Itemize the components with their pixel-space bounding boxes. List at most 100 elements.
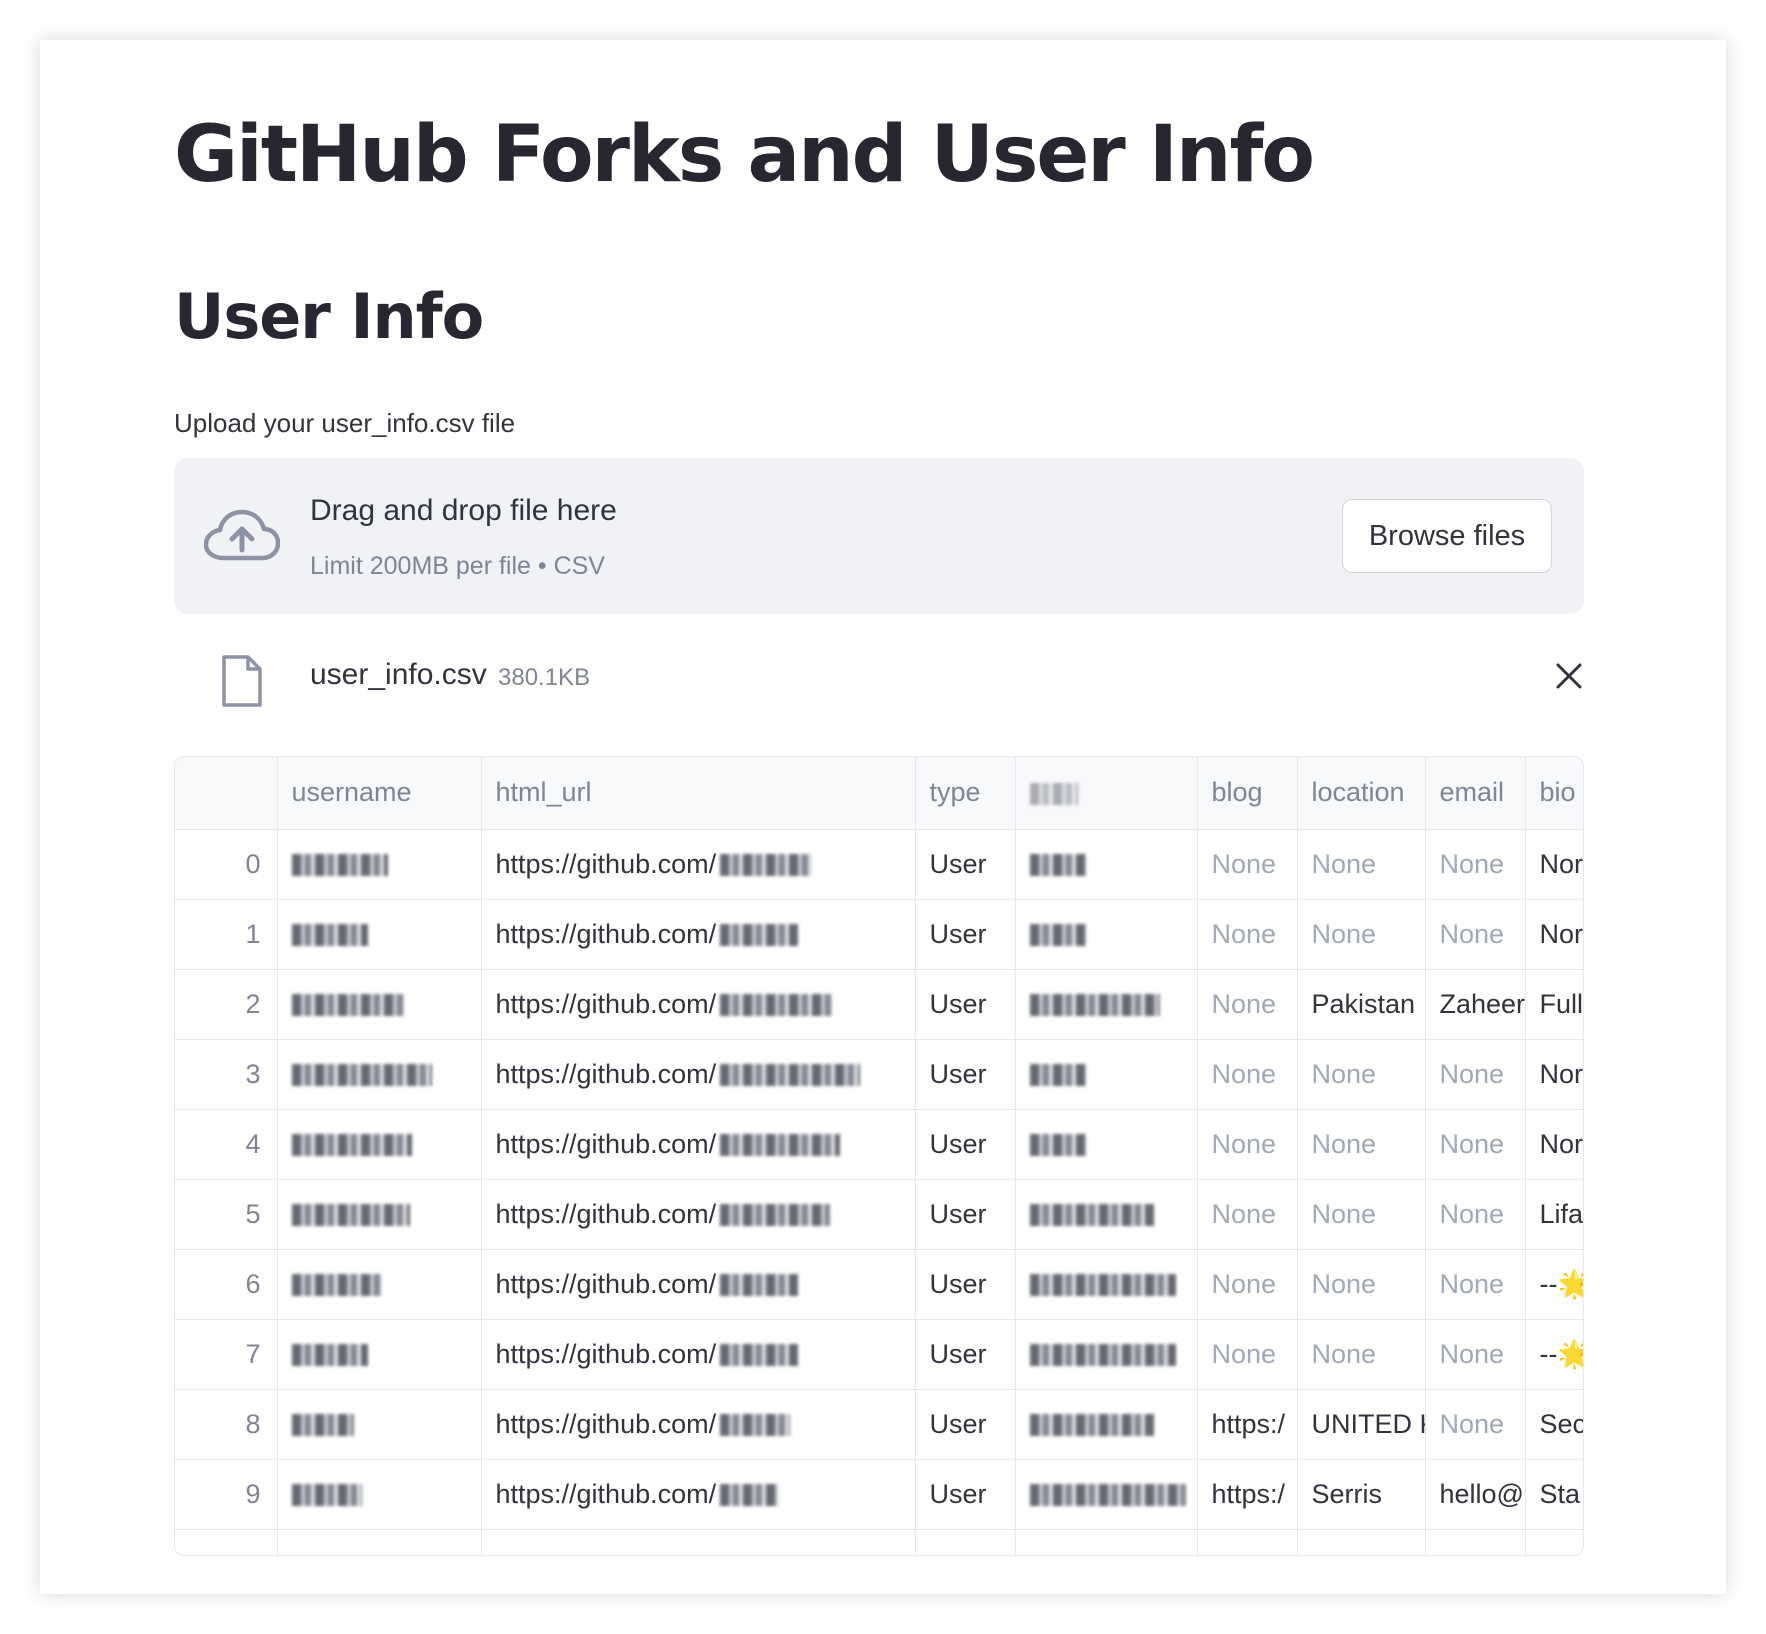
table-cell-name[interactable] <box>1015 1249 1198 1320</box>
browse-files-button[interactable]: Browse files <box>1342 499 1552 573</box>
table-cell-username[interactable] <box>277 1389 482 1460</box>
table-cell-html-url[interactable]: https://github.com/ <box>481 829 916 900</box>
column-header-username[interactable]: username <box>277 757 482 830</box>
table-row[interactable]: 9 https://github.com/User https:/Serris hel… <box>175 1459 1583 1530</box>
table-cell[interactable] <box>915 1529 1016 1555</box>
table-cell-username[interactable] <box>277 1319 482 1390</box>
table-cell-index[interactable]: 7 <box>175 1319 278 1390</box>
table-cell-username[interactable] <box>277 1459 482 1530</box>
table-cell-email[interactable]: None <box>1425 899 1526 970</box>
table-cell-location[interactable]: UNITED K <box>1297 1389 1426 1460</box>
table-cell-blog[interactable]: None <box>1197 1319 1298 1390</box>
table-cell-name[interactable] <box>1015 829 1198 900</box>
table-row[interactable]: 2 https://github.com/User None Pakistan Zahe… <box>175 969 1583 1040</box>
table-cell-type[interactable]: User <box>915 829 1016 900</box>
table-cell-email[interactable]: None <box>1425 1179 1526 1250</box>
table-cell-index[interactable]: 8 <box>175 1389 278 1460</box>
table-cell-html-url[interactable]: https://github.com/ <box>481 1109 916 1180</box>
dataframe[interactable]: username html_url type blog location ema… <box>174 756 1584 1556</box>
table-cell-blog[interactable]: None <box>1197 829 1298 900</box>
table-cell-blog[interactable]: None <box>1197 899 1298 970</box>
table-cell-username[interactable] <box>277 1179 482 1250</box>
table-cell-location[interactable]: None <box>1297 1179 1426 1250</box>
table-cell-bio[interactable]: Lifa <box>1525 1179 1583 1250</box>
table-cell[interactable] <box>1297 1529 1426 1555</box>
table-cell-bio[interactable]: Nor <box>1525 829 1583 900</box>
column-header-type[interactable]: type <box>915 757 1016 830</box>
table-cell-html-url[interactable]: https://github.com/ <box>481 1459 916 1530</box>
table-cell-name[interactable] <box>1015 1109 1198 1180</box>
table-cell-index[interactable]: 5 <box>175 1179 278 1250</box>
table-cell-name[interactable] <box>1015 1039 1198 1110</box>
table-row[interactable]: 0 https://github.com/User None None None Nor <box>175 829 1583 900</box>
table-cell-username[interactable] <box>277 1249 482 1320</box>
table-cell-bio[interactable]: Nor <box>1525 1109 1583 1180</box>
table-cell-name[interactable] <box>1015 969 1198 1040</box>
table-cell-username[interactable] <box>277 899 482 970</box>
column-header-email[interactable]: email <box>1425 757 1526 830</box>
table-cell-html-url[interactable]: https://github.com/ <box>481 899 916 970</box>
table-cell-bio[interactable]: --🌟 <box>1525 1249 1583 1320</box>
table-cell-blog[interactable]: None <box>1197 1039 1298 1110</box>
table-cell-index[interactable]: 0 <box>175 829 278 900</box>
table-cell-type[interactable]: User <box>915 969 1016 1040</box>
table-row[interactable]: 7https://github.com/UserNoneNoneNone--🌟 <box>175 1319 1583 1390</box>
table-cell[interactable] <box>175 1529 278 1555</box>
table-cell-type[interactable]: User <box>915 1249 1016 1320</box>
table-cell-html-url[interactable]: https://github.com/ <box>481 1249 916 1320</box>
table-cell-email[interactable]: None <box>1425 829 1526 900</box>
table-cell-index[interactable]: 1 <box>175 899 278 970</box>
table-cell-html-url[interactable]: https://github.com/ <box>481 1389 916 1460</box>
table-cell-index[interactable]: 2 <box>175 969 278 1040</box>
column-header-location[interactable]: location <box>1297 757 1426 830</box>
table-cell-html-url[interactable]: https://github.com/ <box>481 1179 916 1250</box>
table-cell-name[interactable] <box>1015 1389 1198 1460</box>
table-cell-bio[interactable]: Sec <box>1525 1389 1583 1460</box>
table-cell[interactable] <box>1525 1529 1583 1555</box>
column-header-blog[interactable]: blog <box>1197 757 1298 830</box>
table-row[interactable]: 6https://github.com/UserNoneNoneNone--🌟 <box>175 1249 1583 1320</box>
table-cell-name[interactable] <box>1015 1319 1198 1390</box>
table-row[interactable] <box>175 1529 1583 1555</box>
column-header-name[interactable] <box>1015 757 1198 830</box>
table-cell-location[interactable]: None <box>1297 1249 1426 1320</box>
table-cell-location[interactable]: None <box>1297 899 1426 970</box>
table-cell-location[interactable]: Serris <box>1297 1459 1426 1530</box>
table-cell-email[interactable]: hello@ <box>1425 1459 1526 1530</box>
table-cell-blog[interactable]: None <box>1197 969 1298 1040</box>
table-row[interactable]: 8 https://github.com/User https:/UNITED KN… <box>175 1389 1583 1460</box>
table-cell-type[interactable]: User <box>915 1179 1016 1250</box>
table-cell-index[interactable]: 6 <box>175 1249 278 1320</box>
column-header-html-url[interactable]: html_url <box>481 757 916 830</box>
table-cell-email[interactable]: None <box>1425 1319 1526 1390</box>
table-cell-blog[interactable]: None <box>1197 1109 1298 1180</box>
table-cell-index[interactable]: 3 <box>175 1039 278 1110</box>
table-cell-username[interactable] <box>277 829 482 900</box>
table-row[interactable]: 1 https://github.com/User None None None Nor <box>175 899 1583 970</box>
table-cell-type[interactable]: User <box>915 1459 1016 1530</box>
table-cell-html-url[interactable]: https://github.com/ <box>481 969 916 1040</box>
table-cell-bio[interactable]: --🌟 <box>1525 1319 1583 1390</box>
table-cell-bio[interactable]: Nor <box>1525 899 1583 970</box>
table-cell-bio[interactable]: Full <box>1525 969 1583 1040</box>
table-cell-type[interactable]: User <box>915 1039 1016 1110</box>
table-cell-email[interactable]: None <box>1425 1109 1526 1180</box>
table-cell-email[interactable]: None <box>1425 1249 1526 1320</box>
table-cell-email[interactable]: None <box>1425 1389 1526 1460</box>
table-row[interactable]: 3 https://github.com/User None None None Nor <box>175 1039 1583 1110</box>
table-cell-email[interactable]: None <box>1425 1039 1526 1110</box>
table-cell-bio[interactable]: Sta <box>1525 1459 1583 1530</box>
table-cell-html-url[interactable]: https://github.com/ <box>481 1039 916 1110</box>
table-cell-blog[interactable]: https:/ <box>1197 1459 1298 1530</box>
table-cell[interactable] <box>1425 1529 1526 1555</box>
table-cell-location[interactable]: None <box>1297 1319 1426 1390</box>
table-cell-location[interactable]: None <box>1297 829 1426 900</box>
table-cell-index[interactable]: 4 <box>175 1109 278 1180</box>
table-cell-html-url[interactable]: https://github.com/ <box>481 1319 916 1390</box>
table-cell-type[interactable]: User <box>915 1109 1016 1180</box>
table-cell-name[interactable] <box>1015 899 1198 970</box>
file-dropzone[interactable]: Drag and drop file here Limit 200MB per … <box>174 458 1584 614</box>
table-cell-username[interactable] <box>277 969 482 1040</box>
table-cell-location[interactable]: None <box>1297 1039 1426 1110</box>
table-cell-location[interactable]: None <box>1297 1109 1426 1180</box>
